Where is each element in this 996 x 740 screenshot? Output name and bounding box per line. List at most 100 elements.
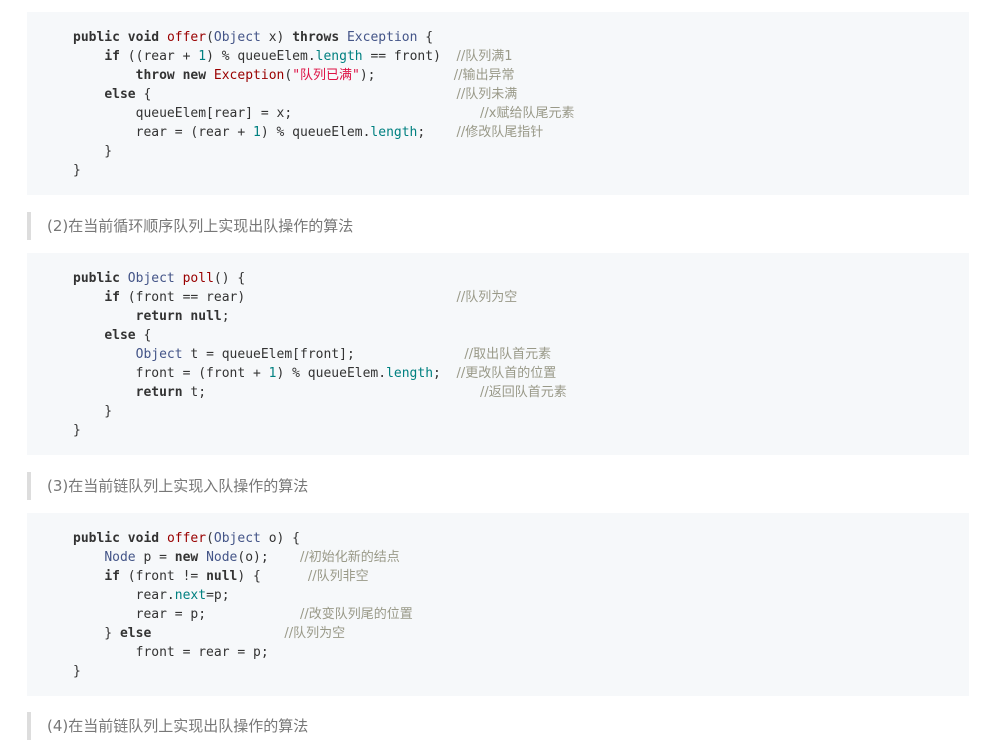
- section-heading-2: (2)在当前循环顺序队列上实现出队操作的算法: [27, 212, 969, 240]
- code-token: }: [73, 144, 113, 159]
- code-token: public: [73, 30, 120, 45]
- code-token: queueElem[rear] = x;: [73, 106, 480, 121]
- code-line: rear.next=p;: [73, 586, 413, 605]
- code-token: void: [127, 531, 160, 546]
- code-token: if: [104, 49, 120, 64]
- code-comment: //队列满1: [456, 49, 513, 64]
- code-token: x): [260, 30, 293, 45]
- code-line: public Object poll() {: [73, 269, 567, 288]
- code-line: rear = (rear + 1) % queueElem.length; //…: [73, 123, 574, 142]
- code-comment: //修改队尾指针: [456, 125, 544, 140]
- code-token: length: [370, 125, 418, 140]
- code-token: t;: [182, 385, 481, 400]
- code-comment: //初始化新的结点: [300, 550, 400, 565]
- code-token: p =: [135, 550, 175, 565]
- code-token: (: [206, 531, 214, 546]
- code-token: =p;: [206, 588, 230, 603]
- code-comment: //输出异常: [453, 68, 515, 83]
- code-token: Exception: [213, 68, 285, 83]
- code-token: return: [135, 385, 183, 400]
- code-token: rear = p;: [73, 607, 300, 622]
- code-token: else: [104, 87, 136, 102]
- code-comment: //返回队首元素: [480, 385, 567, 400]
- code-token: offer: [166, 30, 207, 45]
- code-token: );: [359, 68, 454, 83]
- code-line: }: [73, 142, 574, 161]
- code-token: public: [73, 531, 120, 546]
- code-block-poll-circular: public Object poll() { if (front == rear…: [27, 253, 969, 455]
- code-token: ) % queueElem.: [206, 49, 316, 64]
- code-token: (: [206, 30, 214, 45]
- code-token: 1: [198, 49, 207, 64]
- code-token: }: [73, 163, 81, 178]
- code-token: }: [73, 664, 81, 679]
- code-token: (: [284, 68, 293, 83]
- code-token: }: [73, 626, 120, 641]
- code-line: }: [73, 421, 567, 440]
- code-token: poll: [182, 271, 214, 286]
- code-token: (front == rear): [119, 290, 457, 305]
- code-token: }: [73, 404, 113, 419]
- code-token: Object: [127, 271, 175, 286]
- code-token: front = (front +: [73, 366, 269, 381]
- code-token: ) % queueElem.: [276, 366, 387, 381]
- code-comment: //更改队首的位置: [456, 366, 557, 381]
- code-line: queueElem[rear] = x; //x赋给队尾元素: [73, 104, 575, 123]
- code-token: ;: [417, 125, 457, 140]
- code-token: if: [104, 569, 120, 584]
- code-token: 1: [268, 366, 277, 381]
- code-comment: //取出队首元素: [464, 347, 552, 362]
- code-token: null: [206, 569, 238, 584]
- code-token: 1: [253, 125, 261, 140]
- code-content: public void offer(Object o) { Node p = n…: [73, 529, 413, 681]
- code-token: new: [174, 550, 199, 565]
- code-block-offer-linked: public void offer(Object o) { Node p = n…: [27, 513, 969, 696]
- code-content: public Object poll() { if (front == rear…: [73, 269, 567, 440]
- code-comment: //x赋给队尾元素: [480, 106, 575, 121]
- code-comment: //队列未满: [456, 87, 518, 102]
- code-line: Node p = new Node(o); //初始化新的结点: [73, 548, 413, 567]
- code-line: }: [73, 161, 574, 180]
- code-line: return t; //返回队首元素: [73, 383, 567, 402]
- code-line: }: [73, 662, 413, 681]
- code-line: else { //队列未满: [73, 85, 574, 104]
- code-line: if (front != null) { //队列非空: [73, 567, 413, 586]
- code-line: throw new Exception("队列已满"); //输出异常: [73, 66, 574, 85]
- code-token: (front !=: [119, 569, 207, 584]
- code-token: o) {: [260, 531, 301, 546]
- code-token: throws: [292, 30, 340, 45]
- code-token: Object: [135, 347, 183, 362]
- code-token: Node: [104, 550, 136, 565]
- code-line: front = (front + 1) % queueElem.length; …: [73, 364, 567, 383]
- code-token: else: [119, 626, 152, 641]
- code-token: rear.: [73, 588, 175, 603]
- code-token: Node: [206, 550, 238, 565]
- code-token: new: [182, 68, 207, 83]
- code-token: return: [135, 309, 183, 324]
- code-line: if (front == rear) //队列为空: [73, 288, 567, 307]
- code-token: {: [135, 328, 152, 343]
- code-token: (o);: [237, 550, 301, 565]
- code-token: rear = (rear +: [73, 125, 254, 140]
- code-comment: //队列为空: [284, 626, 346, 641]
- code-line: front = rear = p;: [73, 643, 413, 662]
- code-line: else {: [73, 326, 567, 345]
- code-line: Object t = queueElem[front]; //取出队首元素: [73, 345, 567, 364]
- code-token: ;: [221, 309, 230, 324]
- code-comment: //队列为空: [456, 290, 518, 305]
- code-token: {: [135, 87, 457, 102]
